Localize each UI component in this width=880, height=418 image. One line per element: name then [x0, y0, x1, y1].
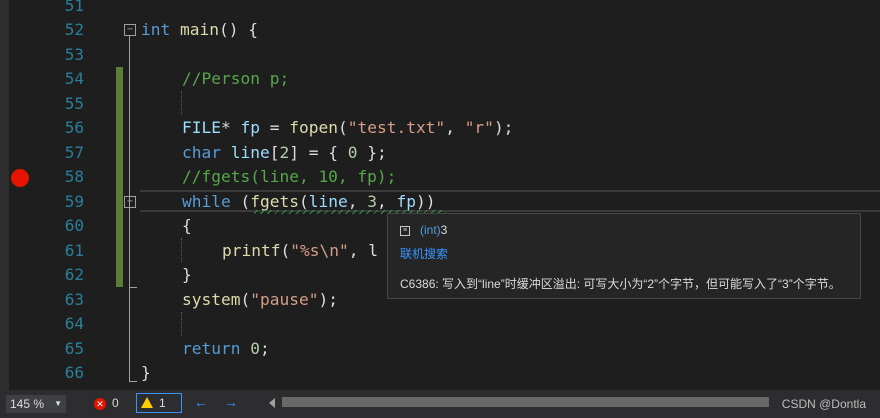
code-line: 52 int main() {	[0, 18, 880, 43]
code-text[interactable]: char line[2] = { 0 };	[182, 141, 387, 166]
code-line: 53	[0, 43, 880, 68]
code-text[interactable]: int main() {	[141, 18, 258, 43]
error-count[interactable]: ✕ 0	[94, 396, 119, 410]
online-search-link[interactable]: 联机搜索	[400, 245, 448, 262]
code-line: 66 }	[0, 361, 880, 386]
line-number: 62	[64, 265, 84, 284]
line-number: 64	[64, 314, 84, 333]
warning-count[interactable]: 1	[136, 393, 182, 413]
code-text[interactable]: }	[141, 361, 151, 386]
code-text[interactable]: printf("%s\n", l	[222, 239, 378, 264]
zoom-value: 145 %	[10, 397, 45, 411]
error-icon: ✕	[94, 397, 106, 410]
watermark-text: CSDN @Dontla	[781, 397, 866, 411]
line-number: 52	[64, 20, 84, 39]
line-number: 59	[64, 192, 84, 211]
line-number: 65	[64, 339, 84, 358]
line-number: 56	[64, 118, 84, 137]
code-editor[interactable]: − − 51 52 int main() { 53 54 //Person p;…	[0, 0, 880, 390]
code-line: 55	[0, 92, 880, 117]
code-line: 57 char line[2] = { 0 };	[0, 141, 880, 166]
line-number: 66	[64, 363, 84, 382]
line-number: 60	[64, 216, 84, 235]
arrow-left-icon[interactable]: ←	[194, 394, 208, 410]
code-line: 51	[0, 0, 880, 19]
code-comment[interactable]: //fgets(line, 10, fp);	[182, 165, 396, 190]
code-text[interactable]: }	[182, 263, 192, 288]
code-text[interactable]: system("pause");	[182, 288, 338, 313]
code-line: 54 //Person p;	[0, 67, 880, 92]
warning-icon	[141, 397, 153, 408]
chevron-down-icon: ▼	[54, 399, 62, 408]
quick-info-tooltip: ≡ (int)3 联机搜索 C6386: 写入到“line”时缓冲区溢出: 可写…	[387, 213, 861, 299]
line-number: 63	[64, 290, 84, 309]
horizontal-scrollbar-thumb[interactable]	[282, 397, 769, 407]
arrow-right-icon[interactable]: →	[224, 394, 238, 410]
line-number: 61	[64, 241, 84, 260]
code-comment[interactable]: //Person p;	[182, 67, 289, 92]
code-text[interactable]: FILE* fp = fopen("test.txt", "r");	[182, 116, 513, 141]
code-line: 64	[0, 312, 880, 337]
line-number: 58	[64, 167, 84, 186]
code-line: 65 return 0;	[0, 337, 880, 362]
line-number: 54	[64, 69, 84, 88]
line-number: 53	[64, 45, 84, 64]
warning-count-value: 1	[159, 396, 166, 410]
code-line: 56 FILE* fp = fopen("test.txt", "r");	[0, 116, 880, 141]
scroll-left-icon[interactable]	[269, 398, 275, 408]
tooltip-type-info: (int)3	[420, 223, 448, 237]
line-number: 55	[64, 94, 84, 113]
line-number: 57	[64, 143, 84, 162]
code-line: 58 //fgets(line, 10, fp);	[0, 165, 880, 190]
code-text[interactable]: return 0;	[182, 337, 270, 362]
status-bar: 145 % ▼ ✕ 0 1 ← → CSDN @Dontla	[0, 390, 880, 418]
constant-icon: ≡	[400, 226, 410, 236]
line-number: 51	[64, 0, 84, 15]
zoom-select[interactable]: 145 % ▼	[6, 395, 66, 413]
warning-message: C6386: 写入到“line”时缓冲区溢出: 可写大小为“2”个字节，但可能写…	[400, 277, 841, 291]
code-text[interactable]: {	[182, 214, 192, 239]
error-count-value: 0	[112, 396, 119, 410]
